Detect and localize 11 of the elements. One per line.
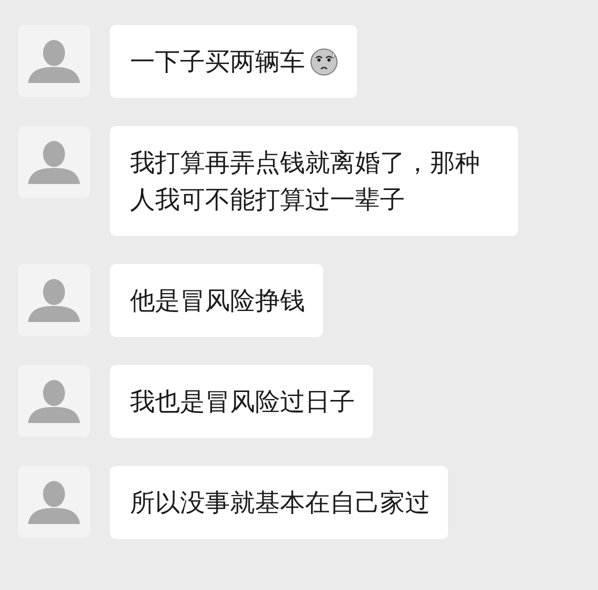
face-icon <box>309 46 339 76</box>
message-text: 一下子买两辆车 <box>130 46 305 78</box>
message-text: 所以没事就基本在自己家过 <box>130 487 430 519</box>
message-text: 我也是冒风险过日子 <box>130 386 355 418</box>
message-text: 我打算再弄点钱就离婚了，那种人我可不能打算过一辈子 <box>130 147 481 216</box>
avatar-icon[interactable] <box>18 365 90 437</box>
avatar-icon[interactable] <box>18 264 90 336</box>
message-text: 他是冒风险挣钱 <box>130 285 305 317</box>
avatar-icon[interactable] <box>18 466 90 538</box>
avatar-icon[interactable] <box>18 126 90 198</box>
avatar-icon[interactable] <box>18 25 90 97</box>
